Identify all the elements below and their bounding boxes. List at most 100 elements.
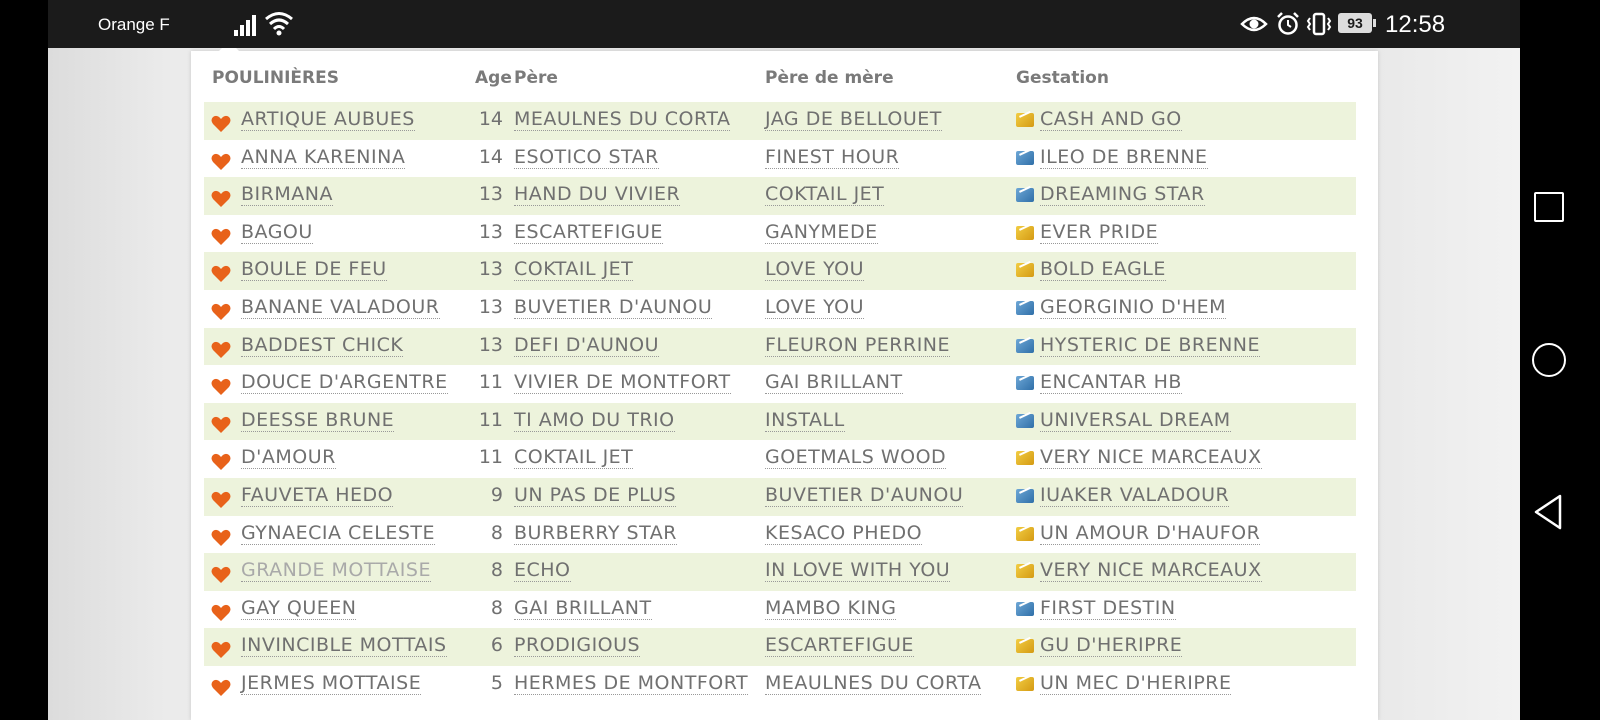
mare-name-link[interactable]: FAUVETA HEDO: [241, 484, 394, 507]
table-row: BADDEST CHICK 13 DEFI D'AUNOU FLEURON PERRI…: [204, 327, 1356, 366]
dam-sire-link[interactable]: ESCARTEFIGUE: [765, 634, 914, 658]
sire-link[interactable]: ECHO: [514, 559, 571, 583]
mare-age: 8: [490, 521, 503, 544]
gestation-status-icon: [1016, 413, 1034, 428]
sire-link[interactable]: BURBERRY STAR: [514, 522, 677, 545]
heart-icon[interactable]: [211, 491, 231, 509]
back-button[interactable]: [1532, 494, 1564, 530]
heart-icon[interactable]: [211, 566, 231, 584]
dam-sire-link[interactable]: JAG DE BELLOUET: [765, 108, 942, 131]
sire-link[interactable]: UN PAS DE PLUS: [514, 484, 677, 507]
dam-sire-link[interactable]: LOVE YOU: [765, 258, 864, 282]
dam-sire-link[interactable]: FLEURON PERRINE: [765, 334, 951, 357]
dam-sire-link[interactable]: COKTAIL JET: [765, 183, 885, 207]
heart-icon[interactable]: [211, 190, 231, 208]
gestation-stallion-link[interactable]: HYSTERIC DE BRENNE: [1040, 334, 1261, 357]
sire-link[interactable]: COKTAIL JET: [514, 446, 634, 470]
mare-name-link[interactable]: GAY QUEEN: [241, 597, 357, 620]
sire-link[interactable]: VIVIER DE MONTFORT: [514, 371, 731, 395]
sire-link[interactable]: TI AMO DU TRIO: [514, 409, 675, 432]
dam-sire-link[interactable]: MEAULNES DU CORTA: [765, 672, 982, 695]
dam-sire-link[interactable]: MAMBO KING: [765, 597, 897, 620]
mare-name-link[interactable]: BANANE VALADOUR: [241, 296, 440, 319]
gestation-stallion-link[interactable]: IUAKER VALADOUR: [1040, 484, 1230, 507]
dam-sire-link[interactable]: GOETMALS WOOD: [765, 446, 947, 470]
sire-link[interactable]: BUVETIER D'AUNOU: [514, 296, 713, 319]
sire-link[interactable]: ESCARTEFIGUE: [514, 221, 663, 244]
heart-icon[interactable]: [211, 679, 231, 697]
gestation-status-icon: [1016, 526, 1034, 541]
sire-link[interactable]: HAND DU VIVIER: [514, 183, 681, 207]
mare-name-link[interactable]: INVINCIBLE MOTTAIS: [241, 634, 447, 658]
status-icons: 93 12:58: [1240, 0, 1520, 48]
dam-sire-link[interactable]: BUVETIER D'AUNOU: [765, 484, 964, 507]
heart-icon[interactable]: [211, 378, 231, 396]
gestation-status-icon: [1016, 451, 1034, 466]
mare-name-link[interactable]: BIRMANA: [241, 183, 333, 207]
dam-sire-link[interactable]: LOVE YOU: [765, 296, 864, 319]
table-body: ARTIQUE AUBUES 14 MEAULNES DU CORTA JAG DE …: [204, 102, 1356, 704]
gestation-stallion-link[interactable]: DREAMING STAR: [1040, 183, 1205, 207]
table-row: ANNA KARENINA 14 ESOTICO STAR FINEST HOUR IL…: [204, 140, 1356, 178]
gestation-stallion-link[interactable]: UN AMOUR D'HAUFOR: [1040, 522, 1261, 545]
dam-sire-link[interactable]: IN LOVE WITH YOU: [765, 559, 951, 583]
header-gestation: Gestation: [1016, 68, 1109, 88]
gestation-status-icon: [1016, 188, 1034, 203]
gestation-stallion-link[interactable]: ENCANTAR HB: [1040, 371, 1182, 395]
mare-name-link[interactable]: DOUCE D'ARGENTRE: [241, 371, 448, 395]
mare-age: 13: [478, 183, 503, 206]
mare-name-link[interactable]: GYNAECIA CELESTE: [241, 522, 436, 545]
heart-icon[interactable]: [211, 453, 231, 471]
gestation-stallion-link[interactable]: UNIVERSAL DREAM: [1040, 409, 1231, 432]
sire-link[interactable]: ESOTICO STAR: [514, 146, 659, 169]
heart-icon[interactable]: [211, 115, 231, 133]
sire-link[interactable]: COKTAIL JET: [514, 258, 634, 282]
heart-icon[interactable]: [211, 604, 231, 622]
heart-icon[interactable]: [211, 153, 231, 171]
mare-name-link[interactable]: BOULE DE FEU: [241, 258, 387, 282]
gestation-stallion-link[interactable]: BOLD EAGLE: [1040, 258, 1166, 282]
heart-icon[interactable]: [211, 341, 231, 359]
sire-link[interactable]: PRODIGIOUS: [514, 634, 641, 658]
app-screen: POULINIÈRES Age Père Père de mère Gestat…: [48, 0, 1520, 720]
heart-icon[interactable]: [211, 641, 231, 659]
mare-name-link[interactable]: D'AMOUR: [241, 446, 336, 470]
gestation-stallion-link[interactable]: UN MEC D'HERIPRE: [1040, 672, 1232, 695]
mare-name-link[interactable]: GRANDE MOTTAISE: [241, 559, 431, 583]
sire-link[interactable]: GAI BRILLANT: [514, 597, 652, 620]
signal-icon: [234, 14, 260, 36]
heart-icon[interactable]: [211, 529, 231, 547]
heart-icon[interactable]: [211, 303, 231, 321]
heart-icon[interactable]: [211, 228, 231, 246]
mare-name-link[interactable]: ANNA KARENINA: [241, 146, 406, 169]
home-button[interactable]: [1532, 343, 1566, 377]
gestation-stallion-link[interactable]: EVER PRIDE: [1040, 221, 1159, 244]
gestation-stallion-link[interactable]: CASH AND GO: [1040, 108, 1182, 131]
gestation-stallion-link[interactable]: VERY NICE MARCEAUX: [1040, 559, 1262, 583]
dam-sire-link[interactable]: KESACO PHEDO: [765, 522, 923, 545]
gestation-stallion-link[interactable]: FIRST DESTIN: [1040, 597, 1176, 620]
sire-link[interactable]: HERMES DE MONTFORT: [514, 672, 749, 695]
sire-link[interactable]: DEFI D'AUNOU: [514, 334, 660, 357]
gestation-status-icon: [1016, 601, 1034, 616]
gestation-status-icon: [1016, 564, 1034, 579]
gestation-stallion-link[interactable]: GU D'HERIPRE: [1040, 634, 1183, 658]
recents-button[interactable]: [1534, 192, 1564, 222]
sire-link[interactable]: MEAULNES DU CORTA: [514, 108, 731, 131]
dam-sire-link[interactable]: GANYMEDE: [765, 221, 878, 244]
mare-name-link[interactable]: ARTIQUE AUBUES: [241, 108, 415, 131]
gestation-stallion-link[interactable]: VERY NICE MARCEAUX: [1040, 446, 1262, 470]
table-row: JERMES MOTTAISE 5 HERMES DE MONTFORT MEAULN…: [204, 666, 1356, 704]
dam-sire-link[interactable]: FINEST HOUR: [765, 146, 900, 169]
dam-sire-link[interactable]: GAI BRILLANT: [765, 371, 903, 395]
mare-name-link[interactable]: BAGOU: [241, 221, 313, 244]
gestation-stallion-link[interactable]: ILEO DE BRENNE: [1040, 146, 1208, 169]
gestation-status-icon: [1016, 376, 1034, 391]
heart-icon[interactable]: [211, 265, 231, 283]
gestation-stallion-link[interactable]: GEORGINIO D'HEM: [1040, 296, 1227, 319]
dam-sire-link[interactable]: INSTALL: [765, 409, 845, 432]
mare-name-link[interactable]: BADDEST CHICK: [241, 334, 404, 357]
heart-icon[interactable]: [211, 416, 231, 434]
mare-name-link[interactable]: JERMES MOTTAISE: [241, 672, 422, 695]
mare-name-link[interactable]: DEESSE BRUNE: [241, 409, 395, 432]
